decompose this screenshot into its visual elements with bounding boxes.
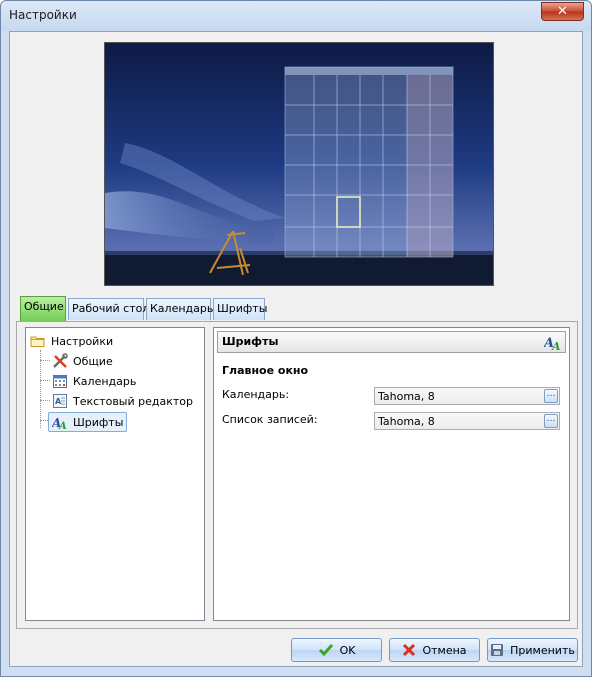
folder-icon [30,333,46,349]
dialog-client-area: Общие Рабочий стол Календарь Шрифты Наст… [9,31,583,667]
cancel-button[interactable]: Отмена [389,638,480,662]
tree-item-fonts[interactable]: AA Шрифты [48,412,128,432]
cancel-button-label: Отмена [422,643,467,657]
settings-window: Настройки ✕ Общие Рабочий стол Календарь… [0,0,592,677]
entries-font-label: Список записей: [222,413,318,426]
wallpaper-preview-image [105,43,493,285]
settings-tree[interactable]: Настройки Общие Календарь A Текстовый ре… [25,327,205,621]
tree-connector [40,400,50,401]
tree-item-label: Настройки [51,334,114,348]
apply-button[interactable]: Применить [487,638,578,662]
tree-item-text-editor[interactable]: A Текстовый редактор [52,392,193,410]
tree-item-general[interactable]: Общие [52,352,113,370]
pane-title: Шрифты [222,335,279,348]
tab-fonts[interactable]: Шрифты [213,298,268,320]
tree-root-settings[interactable]: Настройки [30,332,113,350]
calendar-font-field[interactable]: Tahoma, 8 … [374,387,560,405]
tab-label: Общие [24,300,64,313]
tab-general[interactable]: Общие [20,296,66,321]
ellipsis-icon: … [546,389,556,399]
tree-connector [40,360,50,361]
calendar-overlay [284,66,454,258]
tab-panel: Настройки Общие Календарь A Текстовый ре… [16,321,578,629]
tree-item-label: Текстовый редактор [73,394,193,408]
tree-connector [40,350,41,428]
entries-font-value: Tahoma, 8 [378,415,435,428]
tab-label: Календарь [150,302,214,315]
text-editor-icon: A [52,393,68,409]
tree-connector [40,380,50,381]
entries-font-field[interactable]: Tahoma, 8 … [374,412,560,430]
svg-text:A: A [551,340,561,351]
ok-button-label: OK [339,643,356,657]
tab-label: Шрифты [217,302,268,315]
section-heading: Главное окно [222,364,309,377]
cancel-icon [402,643,416,657]
desktop-preview [104,42,494,286]
window-title: Настройки [9,8,77,22]
tree-item-label: Шрифты [73,415,124,429]
tools-icon [52,353,68,369]
svg-text:A: A [55,397,62,406]
save-icon [490,643,504,657]
tab-desktop[interactable]: Рабочий стол [68,298,149,320]
tree-item-calendar[interactable]: Календарь [52,372,136,390]
close-icon: ✕ [557,4,568,19]
calendar-font-label: Календарь: [222,388,290,401]
checkmark-icon [318,643,334,657]
tab-label: Рабочий стол [72,302,150,315]
tab-calendar[interactable]: Календарь [146,298,214,320]
calendar-font-browse-button[interactable]: … [544,389,558,403]
calendar-font-value: Tahoma, 8 [378,390,435,403]
svg-text:A: A [58,421,67,430]
title-bar[interactable]: Настройки ✕ [1,1,591,31]
tree-item-label: Общие [73,354,113,368]
tree-item-label: Календарь [73,374,137,388]
settings-pane: Шрифты AA Главное окно Календарь: Tahoma… [213,327,570,621]
pane-header: Шрифты AA [217,331,566,353]
close-button[interactable]: ✕ [541,2,584,21]
fonts-icon: AA [542,333,562,354]
ellipsis-icon: … [546,414,556,424]
fonts-icon: AA [51,414,68,432]
ok-button[interactable]: OK [291,638,382,662]
entries-font-browse-button[interactable]: … [544,414,558,428]
apply-button-label: Применить [510,643,575,657]
calendar-icon [52,373,68,389]
